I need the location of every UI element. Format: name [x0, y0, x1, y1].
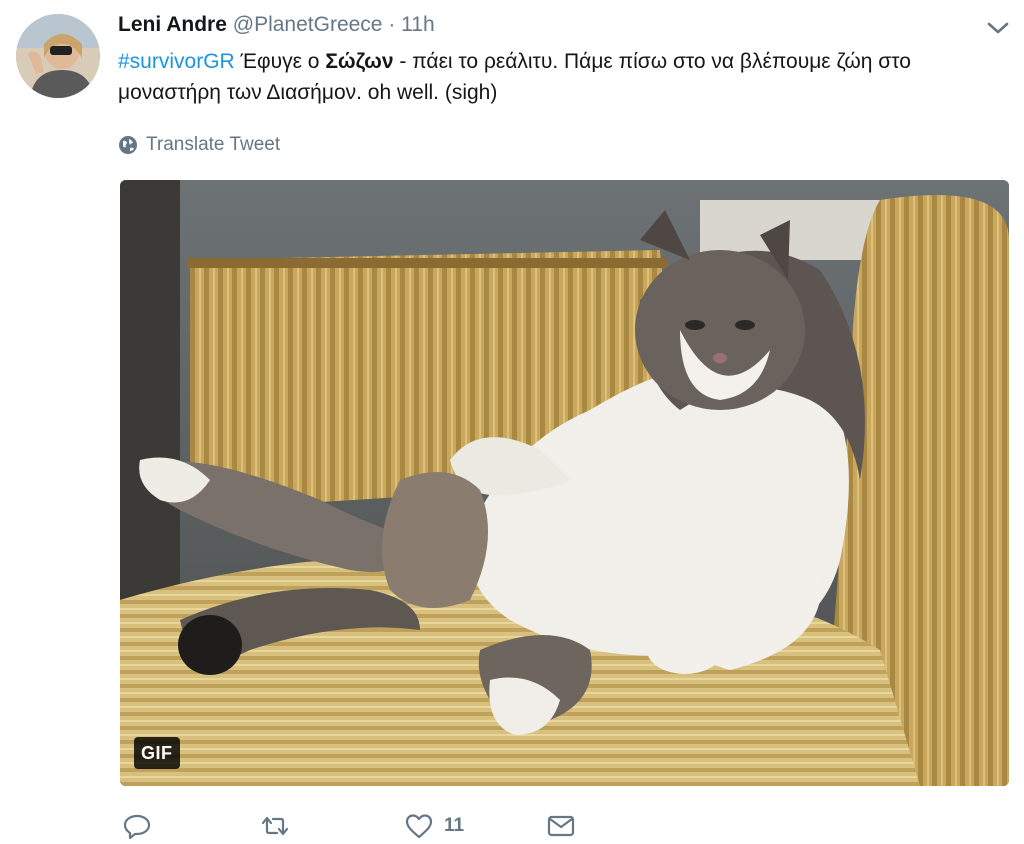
retweet-button[interactable] — [260, 810, 290, 842]
translate-label: Translate Tweet — [146, 134, 281, 155]
tweet-header: Leni Andre @PlanetGreece · 11h — [118, 12, 435, 38]
retweet-icon — [261, 816, 289, 836]
like-count: 11 — [444, 815, 465, 836]
cat-gif-image — [120, 180, 1009, 786]
tweet-text-bold: Σώζων — [325, 50, 394, 73]
hashtag-link[interactable]: #survivorGR — [118, 50, 235, 73]
globe-icon — [119, 136, 137, 154]
tweet-media[interactable]: GIF — [120, 180, 1009, 786]
gif-badge: GIF — [134, 737, 180, 769]
tweet-text: #survivorGR Έφυγε ο Σώζων - πάει το ρεάλ… — [118, 46, 1008, 108]
avatar[interactable] — [16, 14, 100, 98]
tweet: Leni Andre @PlanetGreece · 11h #survivor… — [0, 0, 1024, 844]
like-button[interactable]: 11 — [404, 810, 464, 842]
reply-icon — [123, 814, 151, 840]
tweet-actions: 11 — [120, 810, 720, 842]
chevron-down-icon[interactable] — [984, 16, 1012, 40]
tweet-text-part1: Έφυγε ο — [234, 50, 326, 73]
timestamp[interactable]: 11h — [401, 13, 434, 36]
author-handle[interactable]: @PlanetGreece — [233, 13, 383, 36]
envelope-icon — [547, 815, 575, 837]
translate-tweet-link[interactable]: Translate Tweet — [118, 133, 280, 157]
heart-icon — [405, 814, 433, 839]
separator: · — [388, 13, 396, 36]
reply-button[interactable] — [122, 810, 152, 842]
author-name[interactable]: Leni Andre — [118, 13, 227, 36]
direct-message-button[interactable] — [546, 810, 576, 842]
